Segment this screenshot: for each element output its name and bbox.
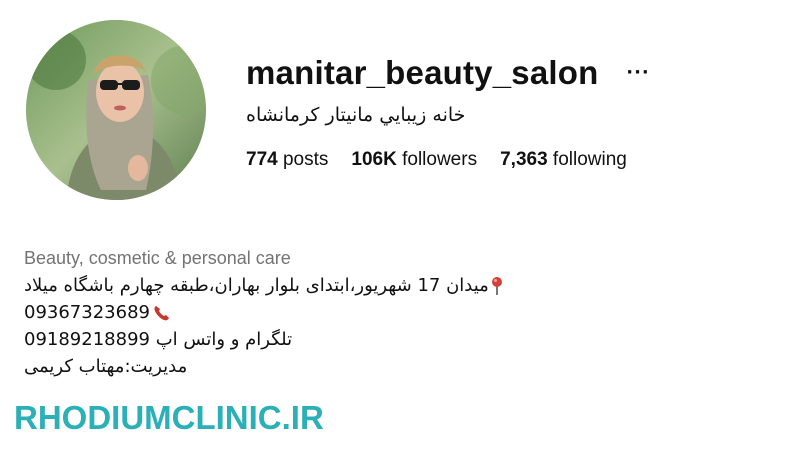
posts-count-value: 774 — [246, 149, 278, 170]
round-pushpin-icon — [491, 276, 502, 295]
telephone-receiver-icon — [154, 305, 169, 320]
followers-count-value: 106K — [351, 149, 397, 170]
ellipsis-icon: ··· — [626, 61, 650, 83]
avatar-photo — [26, 20, 206, 200]
profile-stats: 774 posts 106K followers 7,363 following — [246, 149, 627, 171]
following-count[interactable]: 7,363 following — [500, 149, 627, 171]
following-count-value: 7,363 — [500, 149, 548, 170]
more-options-button[interactable]: ··· — [624, 61, 652, 83]
bio-address-line: میدان 17 شهریور،ابتدای بلوار بهاران،طبقه… — [24, 272, 503, 299]
bio-phone: 09367323689 — [24, 302, 150, 323]
profile-bio: Beauty, cosmetic & personal care میدان 1… — [24, 245, 503, 380]
bio-messengers-line: تلگرام و واتس اپ 09189218899 — [24, 326, 503, 353]
following-count-label: following — [552, 149, 627, 170]
posts-count[interactable]: 774 posts — [246, 149, 328, 171]
profile-full-name: خانه زيبايي مانيتار كرمانشاه — [246, 104, 466, 126]
bio-manager-line: مدیریت:مهتاب کریمی — [24, 353, 503, 380]
bio-manager: مدیریت:مهتاب کریمی — [24, 356, 188, 377]
posts-count-label: posts — [282, 149, 329, 170]
profile-category: Beauty, cosmetic & personal care — [24, 248, 291, 268]
bio-phone-line: 09367323689 — [24, 299, 503, 326]
bio-messengers: تلگرام و واتس اپ 09189218899 — [24, 329, 293, 350]
bio-address: میدان 17 شهریور،ابتدای بلوار بهاران،طبقه… — [24, 275, 489, 296]
profile-avatar[interactable] — [26, 20, 206, 200]
watermark-text: RHODIUMCLINIC.IR — [14, 399, 324, 436]
followers-count[interactable]: 106K followers — [351, 149, 477, 171]
profile-username: manitar_beauty_salon — [246, 54, 599, 91]
followers-count-label: followers — [402, 149, 478, 170]
